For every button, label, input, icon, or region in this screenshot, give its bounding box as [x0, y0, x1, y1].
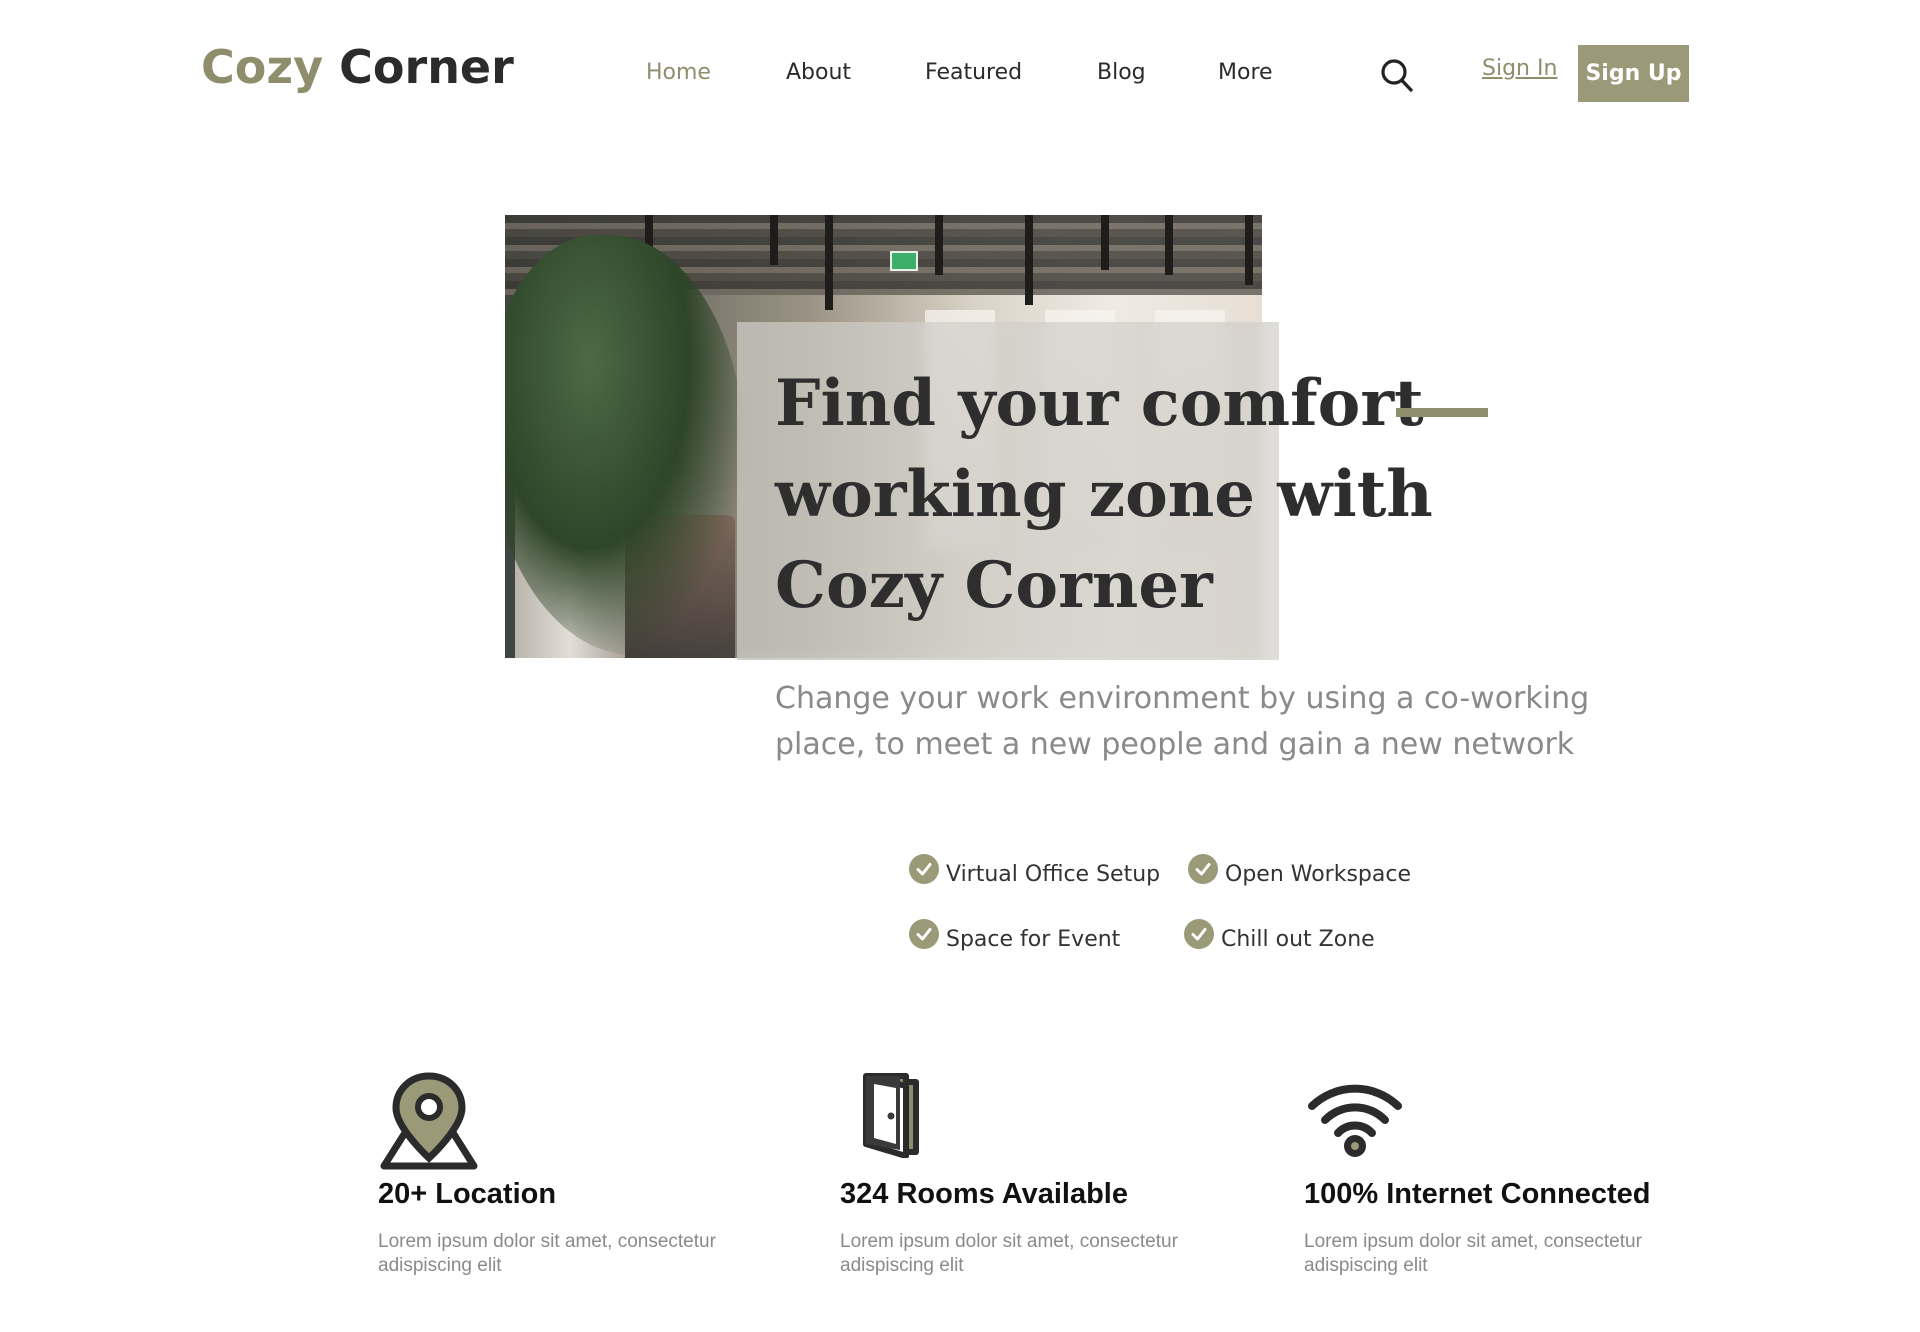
hero-image-lamp — [1025, 215, 1033, 305]
check-circle-icon — [909, 918, 939, 949]
hero-image-lamp — [825, 215, 833, 310]
hero-title-line: Find your comfort — [775, 366, 1424, 441]
feature-item: Virtual Office Setup — [909, 853, 1161, 887]
stat-title: 324 Rooms Available — [840, 1178, 1128, 1210]
hero-subtitle: Change your work environment by using a … — [775, 676, 1655, 768]
nav-blog[interactable]: Blog — [1097, 60, 1146, 85]
stat-description: Lorem ipsum dolor sit amet, consectetur … — [840, 1231, 1178, 1276]
accent-divider — [1396, 408, 1488, 417]
check-circle-icon — [1184, 918, 1214, 949]
stat-title: 100% Internet Connected — [1304, 1178, 1651, 1210]
hero-subtitle-line: place, to meet a new people and gain a n… — [775, 727, 1575, 762]
stat-description: Lorem ipsum dolor sit amet, consectetur … — [378, 1231, 716, 1276]
feature-label: Chill out Zone — [1221, 927, 1375, 952]
feature-item: Space for Event — [909, 918, 1121, 952]
sign-in-link[interactable]: Sign In — [1482, 56, 1557, 81]
nav-about[interactable]: About — [786, 60, 851, 85]
wifi-icon — [1306, 1078, 1404, 1162]
feature-label: Space for Event — [946, 927, 1121, 952]
hero-image-plant — [505, 235, 745, 655]
hero-title-line: working zone with — [775, 457, 1433, 532]
hero-subtitle-line: Change your work environment by using a … — [775, 681, 1590, 716]
check-circle-icon — [909, 853, 939, 884]
feature-item: Open Workspace — [1188, 853, 1412, 887]
exit-sign — [890, 251, 918, 271]
check-circle-icon — [1188, 853, 1218, 884]
hero-image-lamp — [1101, 215, 1109, 270]
search-icon[interactable] — [1380, 58, 1414, 94]
nav-more[interactable]: More — [1218, 60, 1273, 85]
hero-title-line: Cozy Corner — [775, 548, 1213, 623]
hero-image-lamp — [935, 215, 943, 275]
location-pin-icon — [378, 1070, 480, 1174]
feature-label: Virtual Office Setup — [946, 862, 1161, 887]
sign-up-button[interactable]: Sign Up — [1578, 45, 1689, 102]
stat-title: 20+ Location — [378, 1178, 557, 1210]
feature-label: Open Workspace — [1225, 862, 1412, 887]
hero-image-lamp — [1245, 215, 1253, 285]
stat-description: Lorem ipsum dolor sit amet, consectetur … — [1304, 1231, 1642, 1276]
door-icon — [860, 1072, 922, 1162]
feature-item: Chill out Zone — [1184, 918, 1375, 952]
hero-image-lamp — [1165, 215, 1173, 275]
nav-featured[interactable]: Featured — [925, 60, 1022, 85]
nav-home[interactable]: Home — [646, 60, 711, 85]
hero-title: Find your comfort working zone with Cozy… — [775, 358, 1433, 631]
hero-image-lamp — [770, 215, 778, 265]
